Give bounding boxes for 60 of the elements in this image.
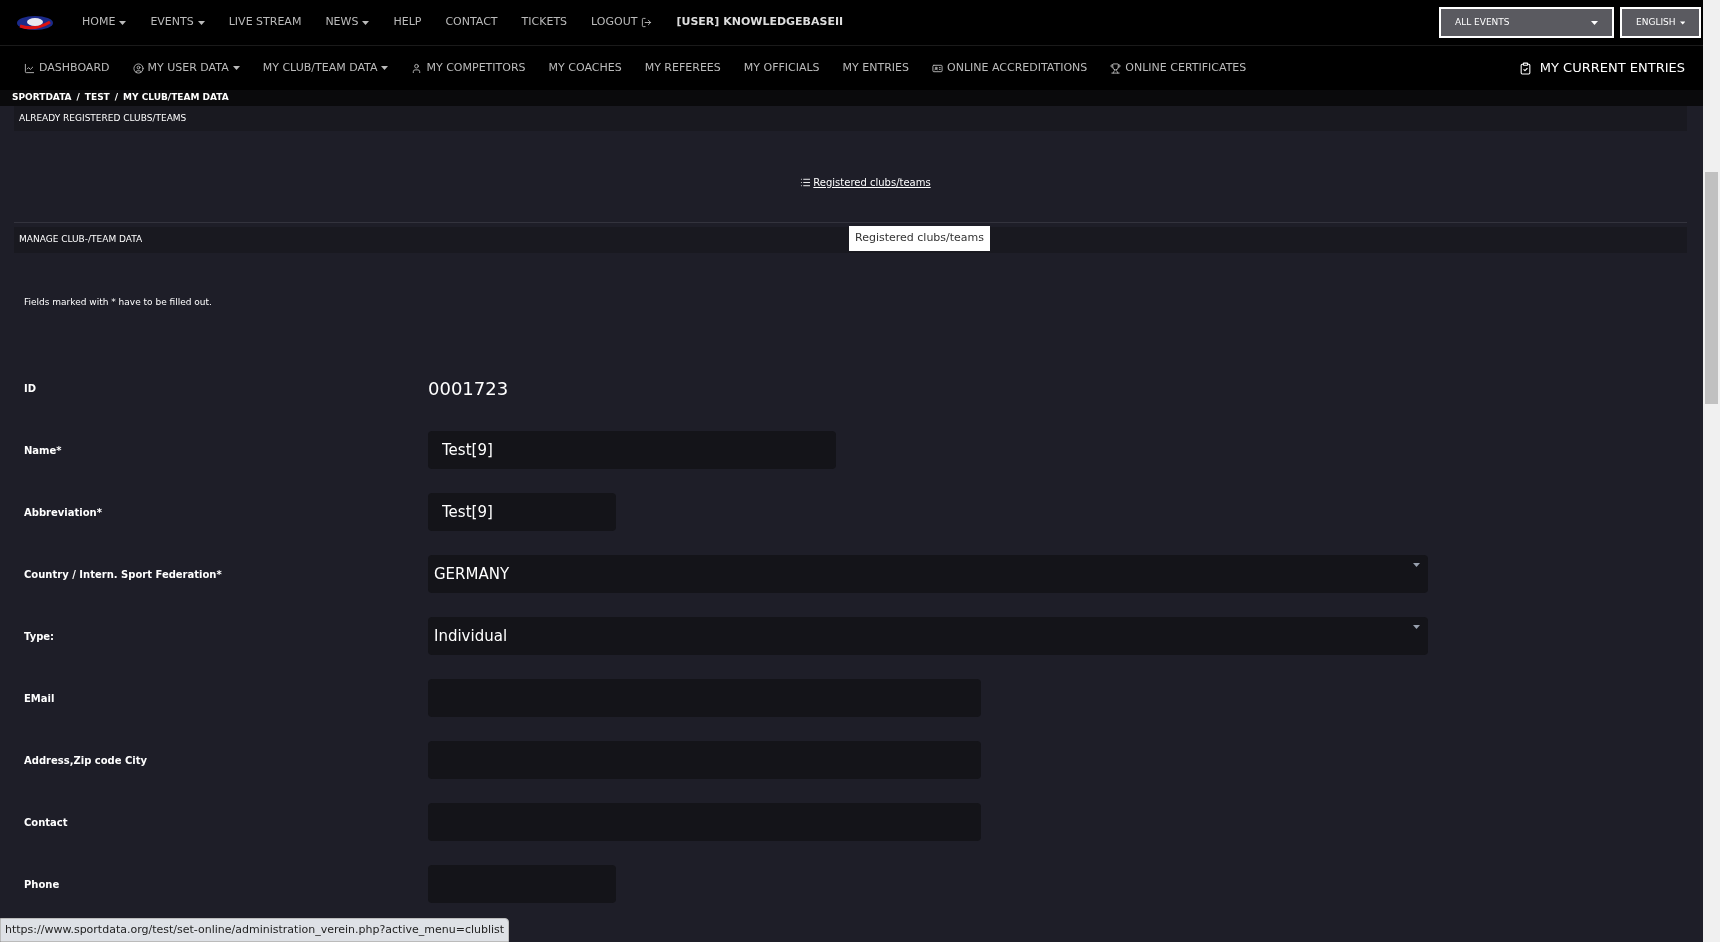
breadcrumb-link[interactable]: TEST <box>84 91 110 105</box>
nav-link[interactable]: LOGOUT <box>591 14 653 31</box>
current-entries-link[interactable]: MY CURRENT ENTRIES <box>1518 58 1685 78</box>
nav-link[interactable]: HELP <box>393 14 422 31</box>
nav-link[interactable]: EVENTS <box>150 14 205 31</box>
language-select[interactable]: ENGLISH <box>1620 7 1701 38</box>
nav-link[interactable]: MY COMPETITORS <box>411 59 526 77</box>
field-label: Country / Intern. Sport Federation* <box>23 567 223 582</box>
nav-icon <box>411 62 423 74</box>
nav-link[interactable]: CONTACT <box>445 14 498 31</box>
field-label: Phone <box>23 877 61 892</box>
clipboard-icon <box>1518 61 1532 75</box>
nav-icon <box>24 62 35 74</box>
nav-icon <box>132 62 144 74</box>
nav-link[interactable]: TICKETS <box>521 14 568 31</box>
list-icon <box>800 177 812 188</box>
breadcrumb-separator: / <box>114 91 119 105</box>
nav-link[interactable]: ONLINE ACCREDITATIONS <box>932 59 1088 77</box>
section-header: ALREADY REGISTERED CLUBS/TEAMS <box>14 106 1687 131</box>
registered-clubs-link[interactable]: Registered clubs/teams <box>800 175 931 190</box>
nav-link[interactable]: MY USER DATA <box>132 59 240 77</box>
breadcrumb-separator: / <box>76 91 80 105</box>
select-field[interactable]: GERMANY <box>428 555 1428 593</box>
scrollbar[interactable] <box>1703 0 1720 942</box>
field-label: Address,Zip code City <box>23 753 149 768</box>
caret-icon <box>1413 563 1420 567</box>
field-label: EMail <box>23 691 56 706</box>
status-bar-url: https://www.sportdata.org/test/set-online/administration_verein.php?active_menu=clublist <box>0 917 510 942</box>
nav-link[interactable]: MY CLUB/TEAM DATA <box>262 59 389 77</box>
field-label: Contact <box>23 815 69 830</box>
nav-icon <box>932 62 944 74</box>
input-field[interactable]: Test[9] <box>428 493 616 531</box>
breadcrumb-link[interactable]: SPORTDATA <box>12 91 72 105</box>
input-field[interactable]: Test[9] <box>428 431 836 469</box>
field-label: Abbreviation* <box>23 505 103 520</box>
nav-link[interactable]: LIVE STREAM <box>228 14 302 31</box>
nav-link[interactable]: HOME <box>82 14 127 31</box>
caret-icon <box>1413 625 1420 629</box>
nav-link[interactable]: MY REFEREES <box>644 59 721 77</box>
caret-icon <box>1591 20 1598 25</box>
required-note: Fields marked with * have to be filled out. <box>24 296 212 310</box>
nav-link[interactable]: [USER] KNOWLEDGEBASEII <box>676 14 844 31</box>
field-label: Name* <box>23 443 63 458</box>
logout-icon <box>641 17 653 28</box>
nav-link[interactable]: MY OFFICIALS <box>743 59 820 77</box>
caret-icon <box>1679 20 1685 25</box>
select-field[interactable]: Individual <box>428 617 1428 655</box>
nav-icon <box>1110 62 1122 74</box>
id-value: 0001723 <box>428 376 509 401</box>
event-select[interactable]: ALL EVENTS <box>1439 7 1614 38</box>
nav-link[interactable]: MY COACHES <box>548 59 622 77</box>
nav-link[interactable]: MY ENTRIES <box>842 59 910 77</box>
logo-icon[interactable] <box>16 13 54 32</box>
nav-link[interactable]: ONLINE CERTIFICATES <box>1110 59 1247 77</box>
nav-link[interactable]: NEWS <box>325 14 370 31</box>
breadcrumb-link[interactable]: MY CLUB/TEAM DATA <box>123 91 229 105</box>
field-label: Type: <box>23 629 56 644</box>
tooltip: Registered clubs/teams <box>849 226 991 251</box>
field-label: ID <box>23 381 38 396</box>
nav-link[interactable]: DASHBOARD <box>24 59 110 77</box>
